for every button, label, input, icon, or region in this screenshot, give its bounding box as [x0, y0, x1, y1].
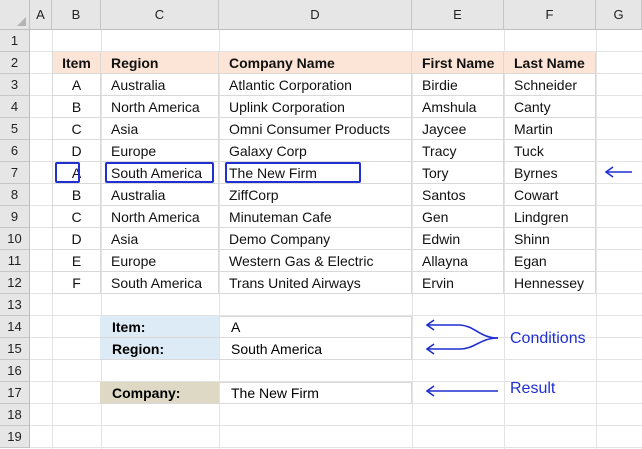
result-arrow-icon [425, 385, 498, 397]
conditions-arrows-icon [425, 319, 499, 355]
spreadsheet: ABCDEFG 1 2 3 4 5 6 7 8 9 10 11 12 13 14 15 16 17 18 19 It… [0, 0, 642, 449]
annotation-arrows [425, 166, 632, 397]
row7-arrow-icon [604, 166, 632, 178]
